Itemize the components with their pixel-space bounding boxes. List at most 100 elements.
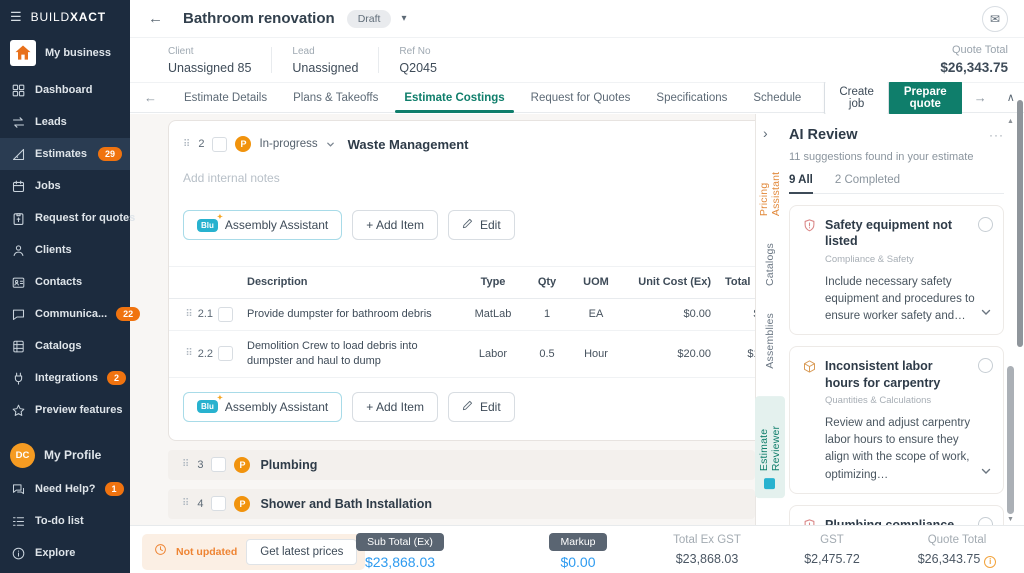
- row-checkbox[interactable]: [218, 307, 233, 322]
- sidebar-item-todo-list[interactable]: To-do list: [0, 505, 130, 537]
- assembly-assistant-button[interactable]: Blu✦ Assembly Assistant: [183, 392, 342, 422]
- ref-no-field[interactable]: Ref No Q2045: [399, 46, 437, 75]
- scroll-up-icon[interactable]: ▲: [1007, 118, 1014, 125]
- tab-estimate-details[interactable]: Estimate Details: [171, 83, 280, 112]
- table-row[interactable]: ⠿2.1 Provide dumpster for bathroom debri…: [169, 299, 755, 331]
- sidebar-item-jobs[interactable]: Jobs: [0, 170, 130, 202]
- email-button[interactable]: ✉: [982, 6, 1008, 32]
- sidebar-item-need-help[interactable]: Need Help? 1: [0, 473, 130, 505]
- section-number: 4: [197, 498, 203, 510]
- section-checkbox[interactable]: [212, 137, 227, 152]
- add-item-button[interactable]: + Add Item: [352, 210, 438, 240]
- chevron-down-icon[interactable]: [980, 305, 992, 323]
- prepare-quote-button[interactable]: Prepare quote: [889, 79, 962, 117]
- lead-field[interactable]: Lead Unassigned: [292, 46, 358, 75]
- brand-bold: XACT: [70, 10, 106, 24]
- suggestion-card[interactable]: Inconsistent labor hours for carpentry Q…: [789, 346, 1004, 494]
- company-logo-icon: [10, 40, 36, 66]
- vtab-catalogs[interactable]: Catalogs: [764, 243, 776, 286]
- status-in-progress-icon: P: [234, 457, 250, 473]
- sidebar-item-leads[interactable]: Leads: [0, 106, 130, 138]
- sidebar-item-label: To-do list: [35, 515, 84, 527]
- drag-handle-icon[interactable]: ⠿: [185, 309, 192, 320]
- row-checkbox[interactable]: [218, 346, 233, 361]
- row-number: 2.2: [198, 348, 213, 360]
- client-field[interactable]: Client Unassigned 85: [168, 46, 251, 75]
- section-checkbox[interactable]: [211, 496, 226, 511]
- info-icon[interactable]: i: [984, 556, 996, 568]
- ai-review-content: AI Review ··· 11 suggestions found in yo…: [783, 114, 1024, 525]
- sidebar-item-catalogs[interactable]: Catalogs: [0, 330, 130, 362]
- suggestion-radio[interactable]: [978, 517, 993, 525]
- cube-icon: [802, 359, 817, 379]
- internal-notes-input[interactable]: Add internal notes: [183, 171, 755, 185]
- collapse-panel-icon[interactable]: ∧: [1007, 91, 1015, 104]
- suggestion-radio[interactable]: [978, 217, 993, 232]
- sidebar-item-my-business[interactable]: My business: [0, 32, 130, 74]
- sidebar-item-contacts[interactable]: Contacts: [0, 266, 130, 298]
- suggestion-card[interactable]: Plumbing compliance not verified Complia…: [789, 505, 1004, 525]
- assembly-assistant-button[interactable]: Blu✦ Assembly Assistant: [183, 210, 342, 240]
- tab-schedule[interactable]: Schedule: [740, 83, 814, 112]
- tabs-scroll-right-icon[interactable]: →: [974, 90, 987, 105]
- hamburger-menu-icon[interactable]: ☰: [10, 9, 22, 25]
- more-options-icon[interactable]: ···: [989, 128, 1004, 142]
- dashboard-icon: [10, 82, 26, 98]
- sidebar-item-label: Estimates: [35, 148, 87, 160]
- sidebar-item-label: Dashboard: [35, 84, 92, 96]
- drag-handle-icon[interactable]: ⠿: [182, 459, 189, 470]
- vtab-pricing-assistant[interactable]: Pricing Assistant: [758, 154, 782, 216]
- buildxact-app: ☰ BUILDXACT My business Dashboard Leads …: [0, 0, 1024, 573]
- tab-plans-takeoffs[interactable]: Plans & Takeoffs: [280, 83, 391, 112]
- sidebar-item-label: Preview features: [35, 404, 122, 416]
- clients-icon: [10, 242, 26, 258]
- vtab-estimate-reviewer[interactable]: Estimate Reviewer: [755, 396, 785, 498]
- page-scrollbar-thumb[interactable]: [1017, 100, 1023, 347]
- col-description: Description: [237, 275, 461, 290]
- suggestion-card[interactable]: Safety equipment not listed Compliance &…: [789, 205, 1004, 335]
- panel-scrollbar-thumb[interactable]: [1007, 366, 1014, 514]
- markup-value[interactable]: $0.00: [500, 554, 656, 570]
- sidebar-footer: DC My Profile Need Help? 1 To-do list Ex…: [0, 437, 130, 573]
- sidebar-item-explore[interactable]: Explore: [0, 537, 130, 569]
- add-item-button[interactable]: + Add Item: [352, 392, 438, 422]
- create-job-button[interactable]: Create job: [824, 79, 889, 117]
- edit-button[interactable]: Edit: [448, 392, 515, 422]
- drag-handle-icon[interactable]: ⠿: [183, 139, 190, 150]
- filter-tab-all[interactable]: 9 All: [789, 174, 813, 193]
- tabs-scroll-left-icon[interactable]: ←: [144, 90, 157, 105]
- tab-specifications[interactable]: Specifications: [643, 83, 740, 112]
- vtab-assemblies[interactable]: Assemblies: [764, 313, 776, 369]
- chevron-down-icon[interactable]: [326, 140, 335, 149]
- sidebar-item-estimates[interactable]: Estimates 29: [0, 138, 130, 170]
- section-checkbox[interactable]: [211, 457, 226, 472]
- scroll-down-icon[interactable]: ▼: [1007, 516, 1014, 523]
- estimate-header: ← Bathroom renovation Draft ▾ ✉: [130, 0, 1024, 38]
- blu-ai-icon: Blu✦: [197, 400, 218, 413]
- sidebar-item-my-profile[interactable]: DC My Profile: [0, 437, 130, 473]
- drag-handle-icon[interactable]: ⠿: [185, 348, 192, 359]
- chevron-down-icon[interactable]: [980, 464, 992, 482]
- sidebar-item-communications[interactable]: Communica... 22: [0, 298, 130, 330]
- panel-collapse-icon[interactable]: ›: [763, 125, 768, 141]
- sidebar-item-clients[interactable]: Clients: [0, 234, 130, 266]
- sidebar-item-preview-features[interactable]: Preview features: [0, 394, 130, 426]
- edit-button[interactable]: Edit: [448, 210, 515, 240]
- suggestion-radio[interactable]: [978, 358, 993, 373]
- status-dropdown[interactable]: In-progress: [259, 138, 317, 150]
- sidebar-item-integrations[interactable]: Integrations 2: [0, 362, 130, 394]
- status-caret-icon[interactable]: ▾: [401, 13, 406, 24]
- table-row[interactable]: ⠿2.2 Demolition Crew to load debris into…: [169, 331, 755, 378]
- panel-scrollbar[interactable]: ▲ ▼: [1006, 116, 1015, 523]
- tab-estimate-costings[interactable]: Estimate Costings: [391, 83, 517, 112]
- subtotal-value[interactable]: $23,868.03: [320, 554, 480, 570]
- section-3-row[interactable]: ⠿ 3 P Plumbing: [168, 450, 755, 480]
- back-arrow-icon[interactable]: ←: [148, 10, 163, 27]
- drag-handle-icon[interactable]: ⠿: [182, 498, 189, 509]
- tab-request-for-quotes[interactable]: Request for Quotes: [518, 83, 644, 112]
- sidebar-item-dashboard[interactable]: Dashboard: [0, 74, 130, 106]
- filter-tab-completed[interactable]: 2 Completed: [835, 174, 900, 193]
- brand-row: ☰ BUILDXACT: [0, 0, 130, 32]
- section-4-row[interactable]: ⠿ 4 P Shower and Bath Installation: [168, 489, 755, 519]
- sidebar-item-request-for-quotes[interactable]: Request for quotes: [0, 202, 130, 234]
